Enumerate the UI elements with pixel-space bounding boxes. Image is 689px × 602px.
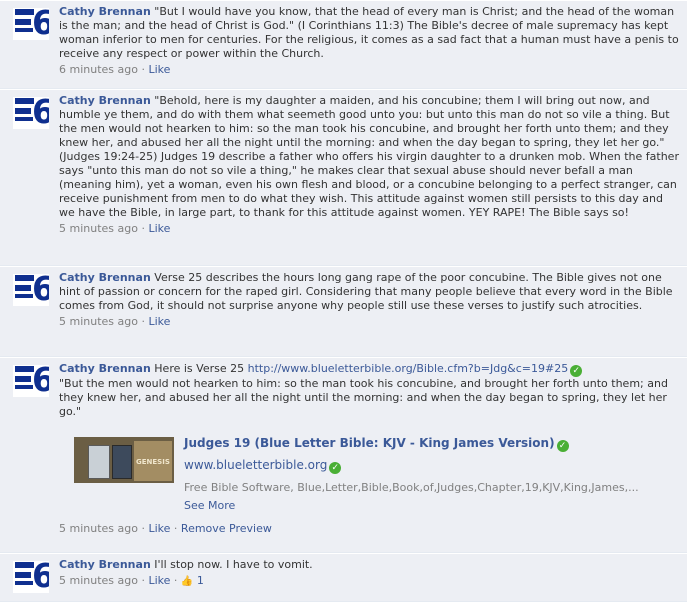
verified-check-icon: ✓ xyxy=(570,365,583,377)
preview-thumbnail[interactable]: GENESIS xyxy=(74,437,174,483)
author-link[interactable]: Cathy Brennan xyxy=(59,271,151,284)
avatar[interactable]: 6 xyxy=(13,561,49,593)
timestamp[interactable]: 5 minutes ago xyxy=(59,522,138,535)
comment-meta: 5 minutes ago · Like · 👍 1 xyxy=(59,574,681,589)
thumbs-up-icon[interactable]: 👍 xyxy=(181,575,193,589)
comment-item: 6 Cathy Brennan Here is Verse 25 http://… xyxy=(0,357,687,553)
link-preview: GENESIS Judges 19 (Blue Letter Bible: KJ… xyxy=(59,429,681,515)
comment-body: Cathy Brennan I'll stop now. I have to v… xyxy=(59,558,681,589)
author-link[interactable]: Cathy Brennan xyxy=(59,362,151,375)
preview-title[interactable]: Judges 19 (Blue Letter Bible: KJV - King… xyxy=(184,436,569,452)
like-count[interactable]: 1 xyxy=(197,574,204,587)
verified-check-icon: ✓ xyxy=(329,462,342,474)
preview-domain[interactable]: www.blueletterbible.org ✓ xyxy=(184,458,342,474)
preview-domain-text[interactable]: www.blueletterbible.org xyxy=(184,458,327,472)
avatar[interactable]: 6 xyxy=(13,274,49,306)
author-link[interactable]: Cathy Brennan xyxy=(59,94,151,107)
separator: · xyxy=(173,522,178,535)
url-link[interactable]: http://www.blueletterbible.org/Bible.cfm… xyxy=(248,362,569,375)
separator: · xyxy=(141,315,145,328)
separator: · xyxy=(141,63,145,76)
timestamp[interactable]: 6 minutes ago xyxy=(59,63,138,76)
avatar[interactable]: 6 xyxy=(13,365,49,397)
timestamp[interactable]: 5 minutes ago xyxy=(59,315,138,328)
comment-body: Cathy Brennan Verse 25 describes the hou… xyxy=(59,271,681,329)
comment-item: 6 Cathy Brennan "But I would have you kn… xyxy=(0,0,687,89)
verified-check-icon: ✓ xyxy=(556,440,569,452)
author-link[interactable]: Cathy Brennan xyxy=(59,558,151,571)
preview-description: Free Bible Software, Blue,Letter,Bible,B… xyxy=(184,481,639,494)
avatar[interactable]: 6 xyxy=(13,8,49,40)
timestamp[interactable]: 5 minutes ago xyxy=(59,222,138,235)
comment-text-prefix: Here is Verse 25 xyxy=(154,362,245,375)
separator: · xyxy=(141,574,145,587)
avatar[interactable]: 6 xyxy=(13,97,49,129)
comment-text: "Behold, here is my daughter a maiden, a… xyxy=(59,94,679,219)
preview-title-text[interactable]: Judges 19 (Blue Letter Bible: KJV - King… xyxy=(184,436,555,450)
see-more-link[interactable]: See More xyxy=(184,499,235,513)
comment-text: "But I would have you know, that the hea… xyxy=(59,5,679,60)
remove-preview-button[interactable]: Remove Preview xyxy=(181,522,272,535)
separator: · xyxy=(141,222,145,235)
comment-text: Verse 25 describes the hours long gang r… xyxy=(59,271,673,312)
comment-meta: 5 minutes ago · Like · Remove Preview xyxy=(59,522,681,536)
separator: · xyxy=(141,522,145,535)
separator: · xyxy=(173,574,178,587)
comment-body: Cathy Brennan Here is Verse 25 http://ww… xyxy=(59,362,681,536)
like-button[interactable]: Like xyxy=(148,574,170,587)
timestamp[interactable]: 5 minutes ago xyxy=(59,574,138,587)
comment-meta: 5 minutes ago · Like xyxy=(59,315,681,329)
like-button[interactable]: Like xyxy=(148,222,170,235)
comment-meta: 6 minutes ago · Like xyxy=(59,63,681,77)
comment-item: 6 Cathy Brennan Verse 25 describes the h… xyxy=(0,266,687,357)
comment-body: Cathy Brennan "But I would have you know… xyxy=(59,5,681,77)
like-button[interactable]: Like xyxy=(148,522,170,535)
comment-text: I'll stop now. I have to vomit. xyxy=(154,558,313,571)
comment-body: Cathy Brennan "Behold, here is my daught… xyxy=(59,94,681,236)
comment-item: 6 Cathy Brennan I'll stop now. I have to… xyxy=(0,553,687,602)
comment-feed: 6 Cathy Brennan "But I would have you kn… xyxy=(0,0,689,602)
comment-meta: 5 minutes ago · Like xyxy=(59,222,681,236)
like-button[interactable]: Like xyxy=(148,63,170,76)
comment-text: "But the men would not hearken to him: s… xyxy=(59,377,668,418)
comment-item: 6 Cathy Brennan "Behold, here is my daug… xyxy=(0,89,687,266)
author-link[interactable]: Cathy Brennan xyxy=(59,5,151,18)
like-button[interactable]: Like xyxy=(148,315,170,328)
preview-thumbnail-text: GENESIS xyxy=(136,458,170,466)
